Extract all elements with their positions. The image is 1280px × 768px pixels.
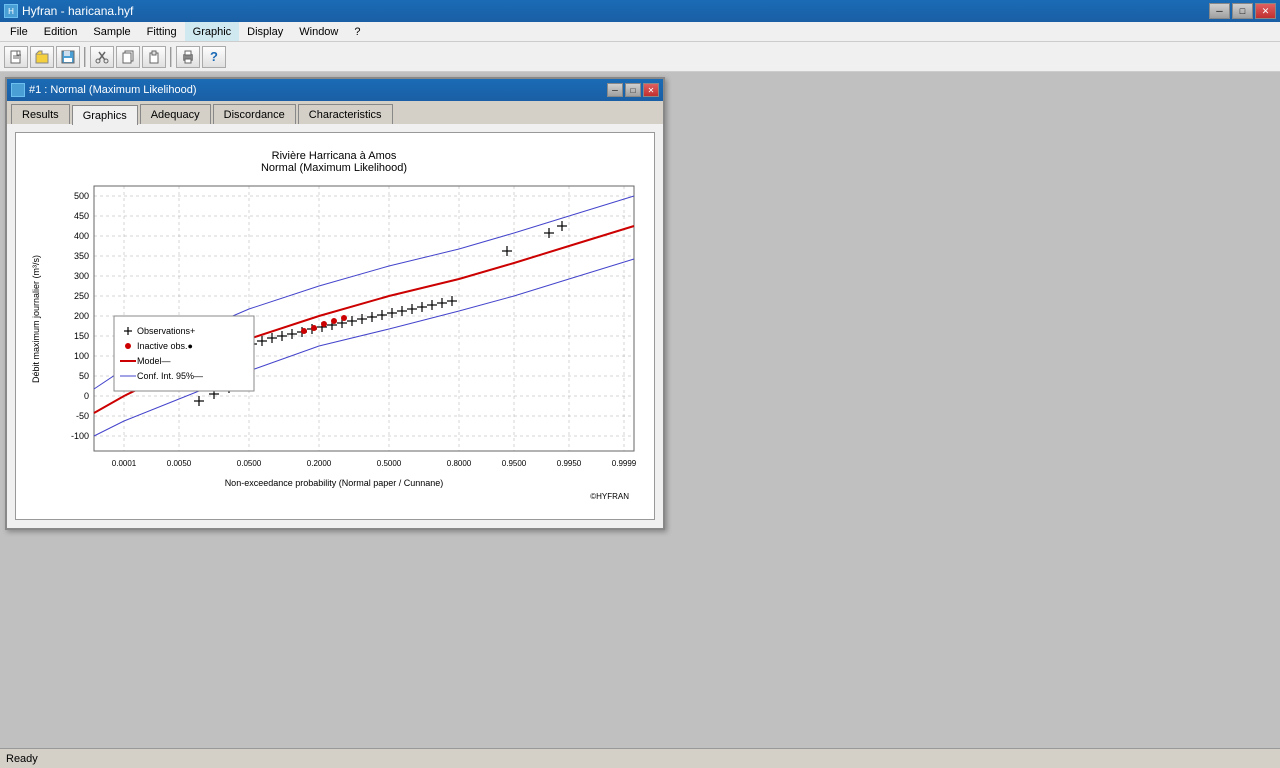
title-controls: ─ □ ✕	[1209, 3, 1276, 19]
svg-text:Débit maximum journalier (m³/s: Débit maximum journalier (m³/s)	[31, 255, 41, 383]
svg-text:0.0050: 0.0050	[167, 459, 192, 468]
save-button[interactable]	[56, 46, 80, 68]
svg-text:500: 500	[74, 191, 89, 201]
tab-graphics[interactable]: Graphics	[72, 105, 138, 125]
panel-icon	[11, 83, 25, 97]
panel-title-left: #1 : Normal (Maximum Likelihood)	[11, 83, 197, 97]
menu-graphic[interactable]: Graphic	[185, 22, 240, 41]
menu-bar: File Edition Sample Fitting Graphic Disp…	[0, 22, 1280, 42]
svg-text:150: 150	[74, 331, 89, 341]
svg-text:Non-exceedance probability (No: Non-exceedance probability (Normal paper…	[225, 478, 444, 488]
help-button[interactable]: ?	[202, 46, 226, 68]
svg-text:0.9999: 0.9999	[612, 459, 637, 468]
separator-1	[84, 47, 86, 67]
menu-help[interactable]: ?	[346, 22, 368, 41]
panel-controls: ─ □ ✕	[607, 83, 659, 97]
svg-text:H: H	[8, 7, 14, 16]
open-button[interactable]	[30, 46, 54, 68]
menu-file[interactable]: File	[2, 22, 36, 41]
menu-display[interactable]: Display	[239, 22, 291, 41]
svg-text:0.0001: 0.0001	[112, 459, 137, 468]
tab-results[interactable]: Results	[11, 104, 70, 124]
svg-text:350: 350	[74, 251, 89, 261]
svg-text:200: 200	[74, 311, 89, 321]
chart-container: Rivière Harricana à Amos Normal (Maximum…	[15, 132, 655, 520]
svg-text:Model—: Model—	[137, 356, 171, 366]
svg-text:0.2000: 0.2000	[307, 459, 332, 468]
svg-text:Rivière Harricana à Amos: Rivière Harricana à Amos	[272, 150, 397, 162]
tab-discordance[interactable]: Discordance	[213, 104, 296, 124]
svg-text:0.9950: 0.9950	[557, 459, 582, 468]
tab-characteristics[interactable]: Characteristics	[298, 104, 393, 124]
tab-adequacy[interactable]: Adequacy	[140, 104, 211, 124]
panel-maximize[interactable]: □	[625, 83, 641, 97]
menu-window[interactable]: Window	[291, 22, 346, 41]
print-button[interactable]	[176, 46, 200, 68]
app-icon: H	[4, 4, 18, 18]
cut-button[interactable]	[90, 46, 114, 68]
minimize-button[interactable]: ─	[1209, 3, 1230, 19]
svg-text:Inactive obs.●: Inactive obs.●	[137, 341, 193, 351]
menu-sample[interactable]: Sample	[85, 22, 138, 41]
svg-text:Observations+: Observations+	[137, 326, 195, 336]
svg-text:0.9500: 0.9500	[502, 459, 527, 468]
svg-text:450: 450	[74, 211, 89, 221]
title-bar: H Hyfran - haricana.hyf ─ □ ✕	[0, 0, 1280, 22]
close-button[interactable]: ✕	[1255, 3, 1276, 19]
panel-minimize[interactable]: ─	[607, 83, 623, 97]
status-text: Ready	[6, 753, 38, 765]
svg-text:0.8000: 0.8000	[447, 459, 472, 468]
main-content: #1 : Normal (Maximum Likelihood) ─ □ ✕ R…	[0, 72, 1280, 748]
paste-button[interactable]	[142, 46, 166, 68]
separator-2	[170, 47, 172, 67]
svg-text:Normal (Maximum Likelihood): Normal (Maximum Likelihood)	[261, 162, 407, 174]
new-button[interactable]	[4, 46, 28, 68]
menu-fitting[interactable]: Fitting	[139, 22, 185, 41]
analysis-panel: #1 : Normal (Maximum Likelihood) ─ □ ✕ R…	[5, 77, 665, 530]
svg-text:-100: -100	[71, 431, 89, 441]
panel-close[interactable]: ✕	[643, 83, 659, 97]
copy-button[interactable]	[116, 46, 140, 68]
svg-text:400: 400	[74, 231, 89, 241]
svg-text:250: 250	[74, 291, 89, 301]
status-bar: Ready	[0, 748, 1280, 768]
app-title: Hyfran - haricana.hyf	[22, 4, 133, 18]
title-bar-left: H Hyfran - haricana.hyf	[4, 4, 133, 18]
chart-wrapper: Rivière Harricana à Amos Normal (Maximum…	[7, 124, 663, 528]
svg-text:100: 100	[74, 351, 89, 361]
svg-text:Conf. Int. 95%—: Conf. Int. 95%—	[137, 371, 203, 381]
svg-text:-50: -50	[76, 411, 89, 421]
maximize-button[interactable]: □	[1232, 3, 1253, 19]
chart-svg: Rivière Harricana à Amos Normal (Maximum…	[24, 141, 644, 511]
svg-text:0: 0	[84, 391, 89, 401]
svg-text:©HYFRAN: ©HYFRAN	[590, 492, 629, 501]
panel-title: #1 : Normal (Maximum Likelihood)	[29, 84, 197, 96]
svg-text:0.5000: 0.5000	[377, 459, 402, 468]
tabs: Results Graphics Adequacy Discordance Ch…	[7, 101, 663, 124]
toolbar: ?	[0, 42, 1280, 72]
svg-text:0.0500: 0.0500	[237, 459, 262, 468]
menu-edition[interactable]: Edition	[36, 22, 86, 41]
svg-text:50: 50	[79, 371, 89, 381]
svg-text:300: 300	[74, 271, 89, 281]
panel-titlebar: #1 : Normal (Maximum Likelihood) ─ □ ✕	[7, 79, 663, 101]
